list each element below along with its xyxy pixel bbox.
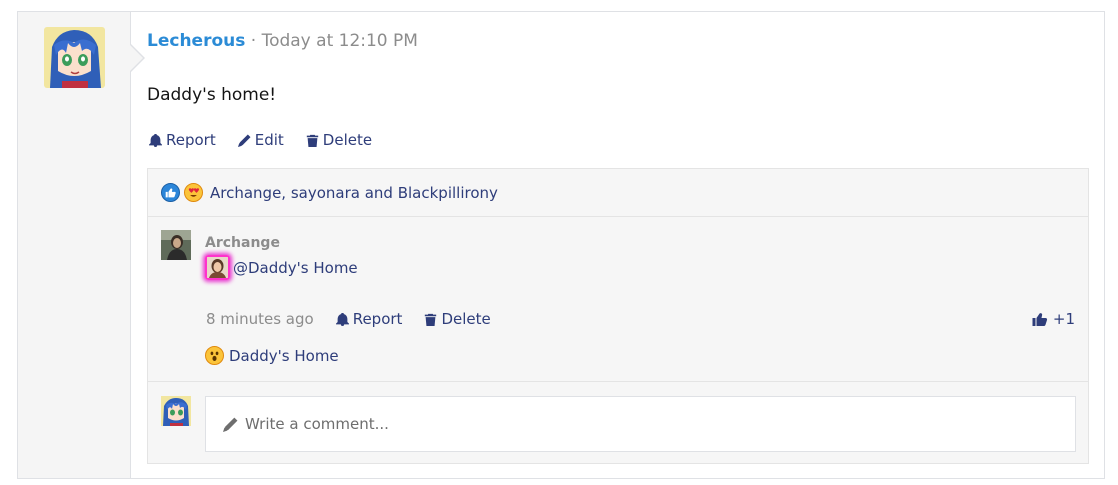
reactions-comments-box: Archange, sayonara and Blackpillirony Ar… bbox=[147, 168, 1089, 464]
post-username[interactable]: Lecherous bbox=[147, 31, 245, 51]
post-user-column bbox=[18, 12, 131, 478]
comment-like-button[interactable]: +1 bbox=[1031, 310, 1075, 328]
post-timestamp[interactable]: Today at 12:10 PM bbox=[262, 31, 418, 51]
report-button[interactable]: Report bbox=[149, 131, 216, 149]
header-separator: · bbox=[250, 31, 257, 51]
trash-icon bbox=[306, 134, 318, 147]
comment-author-name[interactable]: Archange bbox=[205, 235, 280, 251]
comment-delete-button[interactable]: Delete bbox=[424, 310, 491, 328]
mention-text: @Daddy's Home bbox=[233, 258, 358, 277]
post-container: Lecherous · Today at 12:10 PM Daddy's ho… bbox=[17, 11, 1105, 479]
love-reaction-icon bbox=[184, 183, 203, 202]
pencil-icon bbox=[223, 417, 238, 432]
like-count: +1 bbox=[1052, 310, 1075, 328]
comment-meta: 8 minutes ago Report Delete bbox=[206, 310, 491, 328]
comment-delete-label: Delete bbox=[441, 310, 491, 328]
comment-report-button[interactable]: Report bbox=[335, 310, 403, 328]
edit-label: Edit bbox=[254, 131, 284, 149]
comment-report-label: Report bbox=[352, 310, 403, 328]
comment-reaction[interactable]: Daddy's Home bbox=[205, 346, 339, 365]
bell-icon bbox=[149, 133, 162, 147]
reactions-summary[interactable]: Archange, sayonara and Blackpillirony bbox=[148, 169, 1088, 217]
thumbs-up-icon bbox=[1032, 313, 1047, 326]
like-reaction-icon bbox=[161, 183, 180, 202]
post-body: Daddy's home! bbox=[147, 85, 277, 105]
comment-mention[interactable]: @Daddy's Home bbox=[205, 255, 358, 280]
delete-button[interactable]: Delete bbox=[306, 131, 372, 149]
comment-input[interactable]: Write a comment... bbox=[205, 396, 1076, 452]
comment-item: Archange @Daddy's Home 8 minutes ago Rep… bbox=[148, 218, 1088, 382]
pencil-icon bbox=[237, 133, 251, 147]
edit-button[interactable]: Edit bbox=[237, 131, 284, 149]
user-avatar[interactable] bbox=[44, 27, 105, 88]
current-user-avatar bbox=[161, 396, 191, 426]
comment-input-placeholder: Write a comment... bbox=[245, 415, 389, 433]
delete-label: Delete bbox=[322, 131, 373, 149]
bell-icon bbox=[335, 312, 349, 326]
wow-reaction-icon bbox=[205, 346, 224, 365]
reply-row: Write a comment... bbox=[148, 383, 1088, 465]
post-actions: Report Edit Delete bbox=[149, 131, 372, 149]
comment-author-avatar[interactable] bbox=[161, 230, 191, 260]
reactions-summary-text[interactable]: Archange, sayonara and Blackpillirony bbox=[210, 184, 498, 202]
mention-avatar bbox=[205, 255, 230, 280]
report-label: Report bbox=[166, 131, 216, 149]
comment-timestamp[interactable]: 8 minutes ago bbox=[206, 310, 314, 328]
post-header: Lecherous · Today at 12:10 PM bbox=[147, 31, 418, 51]
comment-reaction-user: Daddy's Home bbox=[229, 346, 339, 365]
trash-icon bbox=[425, 313, 437, 326]
